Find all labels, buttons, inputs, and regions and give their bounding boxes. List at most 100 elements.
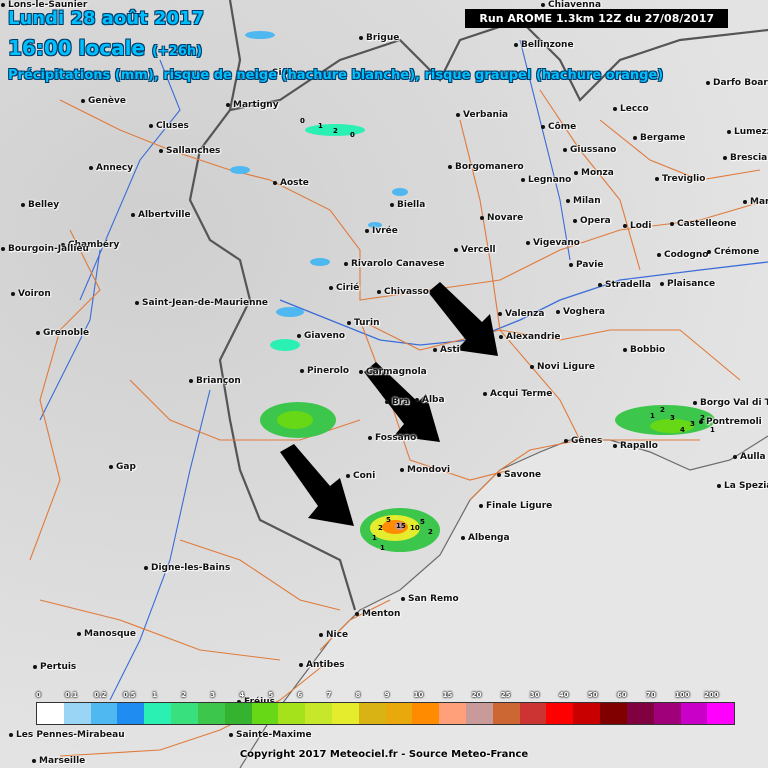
scale-tick: 9: [384, 691, 390, 699]
city-label: Albenga: [461, 533, 510, 543]
scale-tick: 25: [500, 691, 511, 699]
scale-swatch: [37, 703, 64, 724]
scale-swatch: [492, 703, 520, 724]
city-label: Pinerolo: [299, 366, 350, 376]
city-label: Lumezza: [726, 127, 768, 137]
scale-tick: 5: [268, 691, 274, 699]
city-label: Valenza: [497, 309, 545, 319]
city-label: Giaveno: [296, 331, 346, 341]
scale-swatch: [63, 703, 91, 724]
city-label: Manosque: [77, 629, 136, 639]
city-label: Nice: [318, 630, 349, 640]
scale-tick: 15: [442, 691, 453, 699]
precip-value: 2: [660, 406, 665, 414]
city-label: Bergame: [632, 133, 686, 143]
city-label: Bra: [384, 397, 410, 407]
city-label: Pontremoli: [699, 417, 762, 427]
city-label: Treviglio: [654, 174, 706, 184]
precip-color-scale: [36, 702, 735, 725]
forecast-time: 16:00 locale (+26h): [8, 36, 202, 60]
scale-tick: 200: [704, 691, 719, 699]
precip-value: 15: [396, 522, 406, 530]
precip-value: 2: [378, 524, 383, 532]
scale-tick: 4: [239, 691, 245, 699]
scale-swatch: [117, 703, 145, 724]
scale-swatch: [626, 703, 654, 724]
city-label: Finale Ligure: [478, 501, 553, 511]
copyright: Copyright 2017 Meteociel.fr - Source Met…: [239, 749, 529, 760]
city-label: Rivarolo Canavese: [344, 259, 445, 269]
city-label: Novi Ligure: [529, 362, 596, 372]
city-label: Lecco: [613, 104, 649, 114]
precip-value: 1: [710, 426, 715, 434]
city-label: Digne-les-Bains: [143, 563, 231, 573]
precip-value: 3: [670, 414, 675, 422]
time-value: 16:00 locale: [8, 36, 145, 60]
scale-swatch: [224, 703, 252, 724]
scale-swatch: [546, 703, 574, 724]
scale-tick: 50: [587, 691, 598, 699]
scale-swatch: [653, 703, 681, 724]
run-label: Run AROME 1.3km 12Z du 27/08/2017: [465, 9, 728, 28]
scale-tick: 20: [471, 691, 482, 699]
city-label: Giussano: [562, 145, 617, 155]
precip-value: 5: [386, 516, 391, 524]
city-label: Vercell: [454, 245, 496, 255]
scale-tick: 70: [645, 691, 656, 699]
precip-value: 10: [410, 524, 420, 532]
scale-swatch: [439, 703, 466, 724]
city-label: Aoste: [273, 178, 309, 188]
scale-swatch: [600, 703, 627, 724]
scale-tick: 10: [413, 691, 424, 699]
precip-value: 3: [690, 420, 695, 428]
city-label: Albertville: [131, 210, 191, 220]
scale-tick-labels: 0 0.1 0.2 0.5 1 2 3 4 5 6 7 8 9 10 15 20 25 30 40 50 60 70 100…: [36, 691, 733, 701]
city-label: Belley: [20, 200, 60, 210]
scale-swatch: [385, 703, 413, 724]
city-label: Plaisance: [659, 279, 716, 289]
city-label: Acqui Terme: [482, 389, 553, 399]
city-label: Cluses: [149, 121, 189, 131]
city-label: Brescia: [722, 153, 768, 163]
precip-value: 4: [680, 426, 685, 434]
city-label: Crémone: [706, 247, 760, 257]
city-label: Brigue: [358, 33, 400, 43]
city-label: Novare: [479, 213, 524, 223]
city-label: Voghera: [555, 307, 606, 317]
city-label: Codogno: [656, 250, 709, 260]
precip-values: 12515 10521012 01234321: [300, 117, 715, 552]
precip-value: 2: [428, 528, 433, 536]
city-label: Côme: [540, 122, 577, 132]
city-label: Ivrée: [365, 226, 398, 236]
scale-swatch: [144, 703, 172, 724]
scale-tick: 30: [529, 691, 540, 699]
city-label: Milan: [566, 196, 601, 206]
precip-value: 1: [650, 412, 655, 420]
scale-swatch: [278, 703, 306, 724]
scale-tick: 1: [152, 691, 158, 699]
scale-tick: 3: [210, 691, 216, 699]
city-label: Mondovi: [399, 465, 451, 475]
city-label: Monza: [574, 168, 614, 178]
scale-swatch: [680, 703, 708, 724]
city-label: Savone: [496, 470, 542, 480]
city-label: Coni: [345, 471, 376, 481]
scale-tick: 7: [326, 691, 332, 699]
time-offset: (+26h): [151, 44, 203, 59]
city-label: Castelleone: [669, 219, 737, 229]
city-label: Fossano: [367, 433, 417, 443]
city-label: Darfo Boario T: [705, 78, 768, 88]
city-label: Borgomanero: [448, 162, 524, 172]
scale-swatch: [331, 703, 359, 724]
city-label: Genève: [81, 96, 126, 106]
city-label: La Spezia: [716, 481, 768, 491]
city-label: Bourgoin-Jallieu: [1, 244, 89, 254]
scale-tick: 0: [36, 691, 41, 699]
city-label: Bobbio: [622, 345, 666, 355]
city-label: Menton: [354, 609, 401, 619]
scale-swatch: [251, 703, 279, 724]
city-label: Annecy: [88, 163, 134, 173]
city-label: Les Pennes-Mirabeau: [9, 730, 125, 740]
city-label: Lodi: [622, 221, 652, 231]
scale-swatch: [358, 703, 386, 724]
